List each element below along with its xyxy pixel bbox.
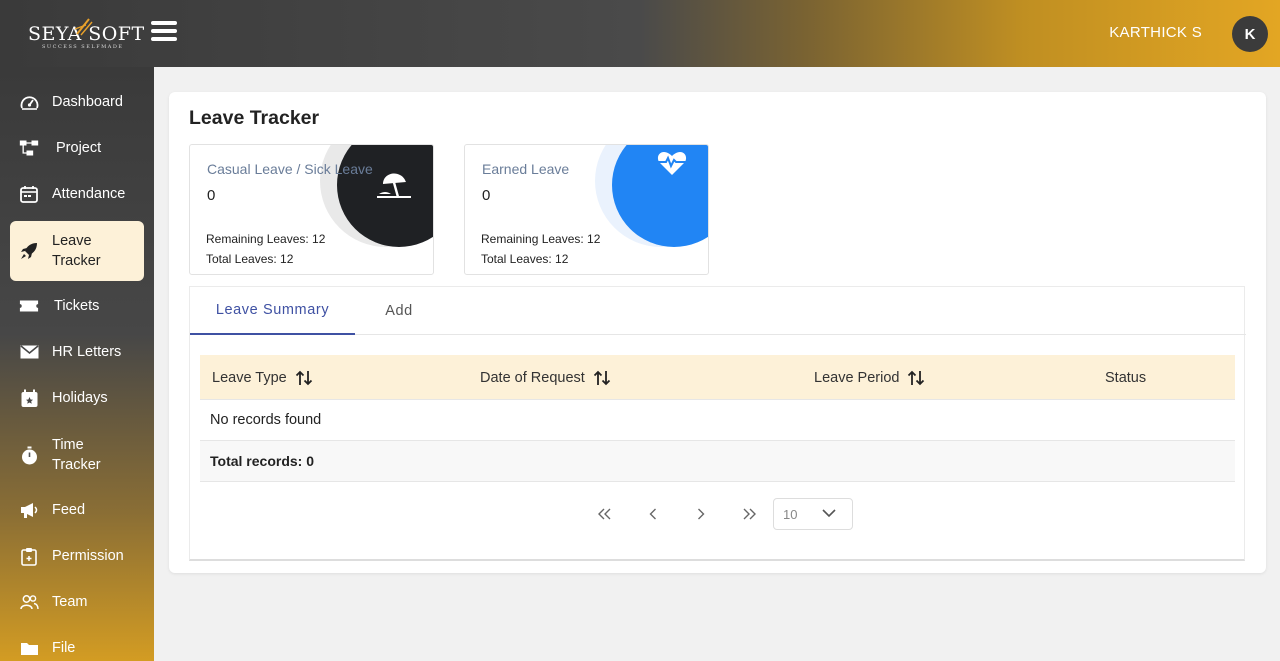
leave-type-name: Earned Leave [482, 161, 570, 177]
tab-add[interactable]: Add [355, 287, 443, 335]
total-records: Total records: 0 [210, 453, 314, 469]
sidebar-item-label: Leave Tracker [52, 233, 101, 269]
gauge-icon [19, 92, 39, 112]
sidebar-item-label: Dashboard [52, 94, 123, 110]
logo-tagline: SUCCESS SELFMADE [42, 44, 124, 50]
clipboard-icon [19, 546, 39, 566]
first-page-button[interactable] [592, 501, 618, 527]
rows-per-page-dropdown[interactable]: 10 [773, 498, 853, 530]
table-footer: Total records: 0 [200, 441, 1235, 482]
empty-message: No records found [210, 412, 322, 428]
calendar-icon [19, 184, 39, 204]
previous-page-button[interactable] [640, 501, 666, 527]
paginator: 10 [190, 497, 1246, 531]
sitemap-icon [19, 138, 39, 158]
column-header-leave-period[interactable]: Leave Period [814, 355, 925, 400]
sidebar-item-label: Holidays [52, 390, 108, 406]
leave-card-casual-sick: Casual Leave / Sick Leave 0 Remaining Le… [189, 144, 434, 275]
total-leaves: Total Leaves: 12 [206, 252, 294, 266]
total-leaves: Total Leaves: 12 [481, 252, 569, 266]
sort-icon[interactable] [593, 369, 611, 387]
stopwatch-icon [19, 445, 39, 465]
sidebar-item-file[interactable]: File [10, 635, 144, 661]
sidebar-item-label: Team [52, 594, 88, 610]
sidebar-item-label: Attendance [52, 186, 126, 202]
avatar[interactable]: K [1232, 16, 1268, 52]
folder-icon [19, 638, 39, 658]
tab-bar: Leave Summary Add [190, 287, 1246, 335]
column-header-leave-type[interactable]: Leave Type [212, 355, 313, 400]
next-page-button[interactable] [688, 501, 714, 527]
top-bar: SEYA SOFT SUCCESS SELFMADE KARTHICK S K [0, 0, 1280, 67]
leave-count: 0 [482, 187, 491, 204]
page-title: Leave Tracker [189, 107, 320, 129]
sidebar-item-holidays[interactable]: Holidays [10, 385, 144, 411]
sidebar-item-label: Project [56, 140, 102, 156]
leave-summary-table: Leave Type Date of Request Leave Period … [200, 355, 1235, 482]
column-label: Leave Type [212, 369, 287, 386]
sort-icon[interactable] [295, 369, 313, 387]
chevron-right-icon [698, 508, 705, 520]
sidebar-item-label: Time Tracker [52, 437, 101, 473]
sidebar-item-hr-letters[interactable]: HR Letters [10, 339, 144, 365]
sort-icon[interactable] [907, 369, 925, 387]
rocket-icon [19, 241, 39, 261]
sidebar-item-dashboard[interactable]: Dashboard [10, 89, 144, 115]
column-header-date-of-request[interactable]: Date of Request [480, 355, 611, 400]
sidebar-item-feed[interactable]: Feed [10, 497, 144, 523]
sidebar-item-permission[interactable]: Permission [10, 543, 144, 569]
sidebar-item-label: File [52, 640, 76, 656]
users-icon [19, 592, 39, 612]
table-header: Leave Type Date of Request Leave Period … [200, 355, 1235, 400]
remaining-leaves: Remaining Leaves: 12 [206, 232, 326, 246]
table-empty-row: No records found [200, 400, 1235, 441]
sidebar-item-project[interactable]: Project [10, 135, 144, 161]
leave-count: 0 [207, 187, 216, 204]
sidebar-item-time-tracker[interactable]: Time Tracker [10, 431, 144, 479]
main-content: Leave Tracker Casual Leave / Sick Leave … [169, 92, 1266, 573]
calendar-star-icon [19, 388, 39, 408]
column-label: Leave Period [814, 369, 900, 386]
column-header-status: Status [1105, 355, 1146, 400]
sidebar-item-label: HR Letters [52, 344, 122, 360]
column-label: Date of Request [480, 369, 585, 386]
sidebar-item-label: Permission [52, 548, 124, 564]
umbrella-beach-icon [377, 173, 411, 198]
company-logo[interactable]: SEYA SOFT SUCCESS SELFMADE [28, 14, 148, 54]
sidebar-item-tickets[interactable]: Tickets [10, 293, 144, 319]
column-label: Status [1105, 369, 1147, 386]
leave-tabs-panel: Leave Summary Add Leave Type Date of Req… [189, 286, 1246, 561]
logo-swoosh-icon [74, 18, 93, 36]
leave-card-earned: Earned Leave 0 Remaining Leaves: 12 Tota… [464, 144, 709, 275]
sidebar-item-label: Tickets [54, 298, 100, 314]
user-name[interactable]: KARTHICK S [1109, 24, 1202, 41]
remaining-leaves: Remaining Leaves: 12 [481, 232, 601, 246]
sidebar-item-team[interactable]: Team [10, 589, 144, 615]
megaphone-icon [19, 500, 39, 520]
sidebar-item-leave-tracker[interactable]: Leave Tracker [10, 221, 144, 281]
double-chevron-right-icon [743, 508, 756, 520]
last-page-button[interactable] [736, 501, 762, 527]
envelope-icon [19, 342, 39, 362]
chevron-down-icon [822, 509, 836, 518]
leave-type-name: Casual Leave / Sick Leave [207, 161, 373, 177]
sidebar-item-attendance[interactable]: Attendance [10, 181, 144, 207]
sidebar-item-label: Feed [52, 502, 86, 518]
rows-per-page-value: 10 [783, 507, 798, 522]
menu-toggle-button[interactable] [151, 21, 177, 43]
chevron-left-icon [649, 508, 656, 520]
ticket-icon [19, 296, 39, 316]
double-chevron-left-icon [598, 508, 611, 520]
tab-leave-summary[interactable]: Leave Summary [190, 287, 355, 335]
sidebar: Dashboard Project Attendance Leave Track… [0, 67, 154, 661]
heartbeat-icon [657, 152, 687, 175]
